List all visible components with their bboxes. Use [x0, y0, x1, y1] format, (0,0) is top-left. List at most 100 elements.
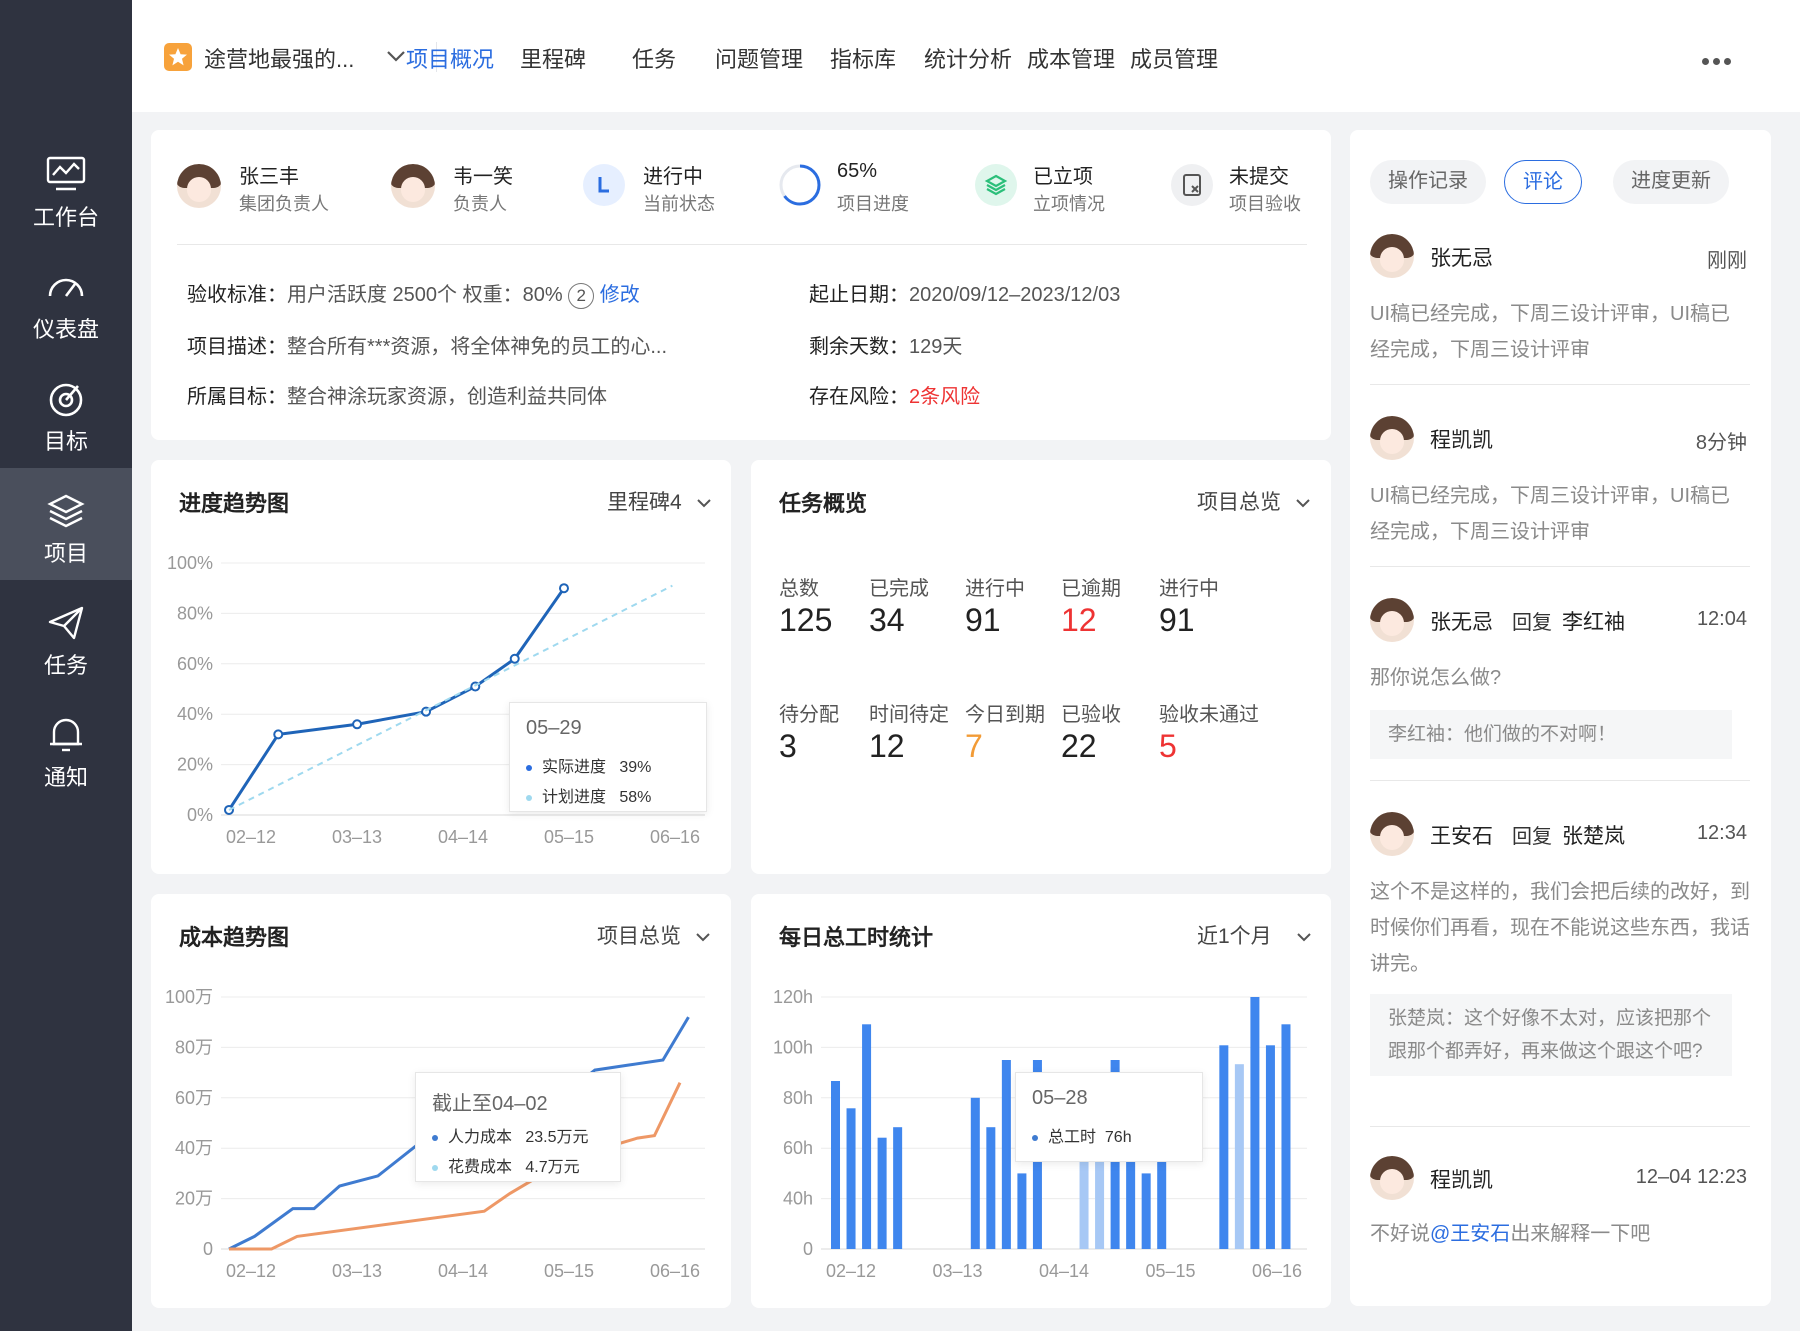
x-tick-label: 02–12	[226, 827, 276, 847]
task-stat-label: 今日到期	[965, 704, 1045, 726]
sidebar-item-dashboard[interactable]: 仪表盘	[0, 244, 132, 356]
sidebar-item-task[interactable]: 任务	[0, 580, 132, 692]
sidebar-item-label: 任务	[43, 653, 88, 678]
remaining-days: 剩余天数：129天	[809, 336, 963, 358]
data-point	[509, 653, 520, 664]
approval-label: 立项情况	[1033, 194, 1105, 214]
task-stat-value[interactable]: 34	[869, 602, 905, 639]
scope-select[interactable]: 项目总览	[1197, 486, 1313, 516]
x-tick-label: 05–15	[1145, 1261, 1195, 1281]
tooltip-date: 05–28	[1032, 1087, 1088, 1109]
chart-tooltip: 截止至04–02 人力成本 23.5万元 花费成本 4.7万元	[415, 1072, 621, 1182]
risk-link[interactable]: 2条风险	[909, 386, 980, 408]
x-tick-label: 04–14	[438, 827, 488, 847]
task-stat-value[interactable]: 91	[1159, 602, 1195, 639]
task-stat-value[interactable]: 22	[1061, 728, 1097, 765]
sidebar-item-workbench[interactable]: 工作台	[0, 132, 132, 244]
task-stat-label: 已逾期	[1061, 578, 1121, 600]
tab-operation-log[interactable]: 操作记录	[1370, 160, 1486, 204]
tooltip-row: 花费成本 4.7万元	[432, 1153, 580, 1177]
sidebar: 工作台 仪表盘 目标 项目 任务 通知	[0, 0, 132, 1331]
bar	[1219, 1045, 1229, 1249]
acceptance-value: 未提交	[1229, 166, 1289, 188]
y-tick-label: 60%	[177, 654, 213, 674]
x-tick-label: 02–12	[826, 1261, 876, 1281]
count-badge: 2	[568, 282, 595, 309]
comment-reply-target: 李红袖	[1562, 611, 1625, 634]
bell-icon	[50, 718, 82, 752]
tab-task[interactable]: 任务	[632, 42, 676, 74]
x-tick-label: 06–16	[650, 827, 700, 847]
y-tick-label: 0	[203, 1239, 213, 1259]
comment-quote: 李红袖：他们做的不对啊！	[1370, 710, 1732, 759]
comment-time: 刚刚	[1707, 250, 1747, 272]
comment-time: 12–04 12:23	[1635, 1166, 1747, 1188]
avatar	[391, 164, 435, 208]
tab-analytics[interactable]: 统计分析	[924, 42, 1012, 74]
mention-link[interactable]: @王安石	[1430, 1223, 1510, 1245]
hours-chart-card: 每日总工时统计 近1个月 120h 100h 80h 60h 40h 0 02–12 03–1…	[751, 894, 1331, 1308]
monitor-chart-icon	[46, 156, 86, 191]
acceptance-label: 项目验收	[1229, 194, 1301, 214]
avatar	[1370, 812, 1414, 856]
data-point	[352, 719, 363, 730]
divider	[1370, 384, 1750, 385]
project-risk: 存在风险：2条风险	[809, 386, 981, 408]
tab-members[interactable]: 成员管理	[1130, 42, 1218, 74]
avatar	[1370, 598, 1414, 642]
task-stat-value[interactable]: 5	[1159, 728, 1177, 765]
data-point	[273, 729, 284, 740]
sidebar-item-label: 工作台	[32, 205, 99, 230]
sidebar-item-notice[interactable]: 通知	[0, 692, 132, 804]
comment-author: 张无忌	[1430, 247, 1493, 270]
sidebar-item-label: 通知	[43, 765, 88, 790]
tab-milestone[interactable]: 里程碑	[520, 42, 586, 74]
more-icon[interactable]	[1702, 52, 1735, 70]
task-stat-value[interactable]: 3	[779, 728, 797, 765]
comment-reply-label: 回复	[1512, 826, 1552, 848]
tab-metrics[interactable]: 指标库	[830, 42, 896, 74]
sidebar-item-project[interactable]: 项目	[0, 468, 132, 580]
task-stat-value[interactable]: 91	[965, 602, 1001, 639]
tooltip-date: 截止至04–02	[432, 1093, 548, 1115]
bar	[831, 1081, 841, 1249]
tab-progress-update[interactable]: 进度更新	[1613, 160, 1729, 204]
tab-cost[interactable]: 成本管理	[1027, 42, 1115, 74]
project-name[interactable]: 途营地最强的...	[204, 42, 354, 74]
task-stat-value[interactable]: 12	[869, 728, 905, 765]
avatar	[1370, 416, 1414, 460]
project-dates: 起止日期：2020/09/12–2023/12/03	[809, 284, 1121, 306]
project-summary-card: 张三丰 集团负责人 韦一笑 负责人 进行中 当前状态 65% 项目进度 已立项 …	[151, 130, 1331, 440]
tab-overview[interactable]: 项目概况	[406, 42, 494, 74]
acceptance-criteria: 验收标准：用户活跃度 2500个 权重：80% 2 修改	[187, 278, 640, 309]
task-stat-value[interactable]: 7	[965, 728, 983, 765]
top-nav: 途营地最强的... 项目概况 里程碑 任务 问题管理 指标库 统计分析 成本管理…	[132, 0, 1800, 112]
sidebar-item-goal[interactable]: 目标	[0, 356, 132, 468]
tab-issues[interactable]: 问题管理	[715, 42, 803, 74]
target-icon	[49, 383, 83, 417]
data-point	[558, 583, 569, 594]
edit-link[interactable]: 修改	[600, 284, 640, 306]
group-owner-name: 张三丰	[239, 166, 299, 188]
x-tick-label: 04–14	[1039, 1261, 1089, 1281]
document-x-icon	[1171, 164, 1213, 206]
bar	[1250, 997, 1260, 1249]
task-stat-value[interactable]: 125	[779, 602, 832, 639]
task-stat-value[interactable]: 12	[1061, 602, 1097, 639]
sidebar-item-label: 项目	[43, 541, 88, 566]
stack-check-icon	[975, 164, 1017, 206]
bar	[970, 1097, 980, 1249]
comment-author: 程凯凯	[1430, 1169, 1493, 1192]
bar	[1234, 1064, 1244, 1249]
y-tick-label: 40h	[783, 1189, 813, 1209]
gauge-icon	[48, 278, 84, 297]
project-star-icon	[164, 43, 192, 71]
comment-text: 那你说怎么做?	[1370, 667, 1502, 689]
tab-comments[interactable]: 评论	[1504, 160, 1582, 204]
comment-reply-label: 回复	[1512, 612, 1552, 634]
y-tick-label: 20%	[177, 755, 213, 775]
status-icon	[583, 164, 625, 206]
chevron-down-icon[interactable]	[384, 44, 408, 68]
comment-text: UI稿已经完成，下周三设计评审，UI稿已经完成，下周三设计评审	[1370, 303, 1730, 361]
comment-text: 这个不是这样的，我们会把后续的改好，到时候你们再看，现在不能说这些东西，我话讲完…	[1370, 881, 1750, 975]
